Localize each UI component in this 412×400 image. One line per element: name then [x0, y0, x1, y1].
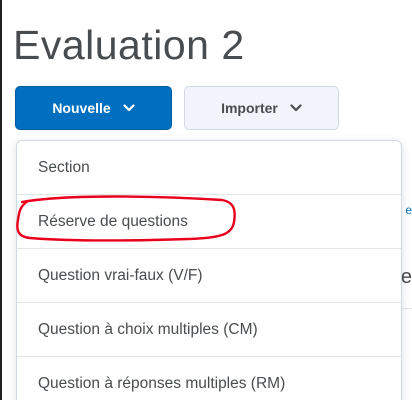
new-button[interactable]: Nouvelle: [15, 86, 172, 130]
new-dropdown-menu: Section Réserve de questions Question vr…: [16, 140, 402, 400]
import-button-label: Importer: [221, 100, 278, 116]
screen: Evaluation 2 e e Nouvelle Importer Secti…: [0, 0, 412, 400]
menu-item-multi-select[interactable]: Question à réponses multiples (RM): [17, 357, 401, 400]
menu-item-label: Question à choix multiples (CM): [38, 320, 258, 338]
menu-item-multiple-choice[interactable]: Question à choix multiples (CM): [17, 303, 401, 357]
menu-item-label: Question à réponses multiples (RM): [38, 374, 286, 392]
window-edge: [0, 0, 2, 400]
menu-item-true-false[interactable]: Question vrai-faux (V/F): [17, 249, 401, 303]
menu-item-label: Question vrai-faux (V/F): [38, 266, 203, 284]
chevron-down-icon: [290, 102, 302, 114]
menu-item-label: Réserve de questions: [38, 212, 188, 230]
menu-item-question-pool[interactable]: Réserve de questions: [17, 195, 401, 249]
new-button-label: Nouvelle: [52, 100, 111, 116]
page-title: Evaluation 2: [13, 22, 245, 68]
menu-item-section[interactable]: Section: [17, 141, 401, 195]
import-button[interactable]: Importer: [184, 86, 339, 130]
background-text-fragment: e: [400, 266, 412, 288]
menu-item-label: Section: [38, 158, 90, 176]
background-text-fragment: e: [405, 203, 412, 217]
chevron-down-icon: [123, 102, 135, 114]
